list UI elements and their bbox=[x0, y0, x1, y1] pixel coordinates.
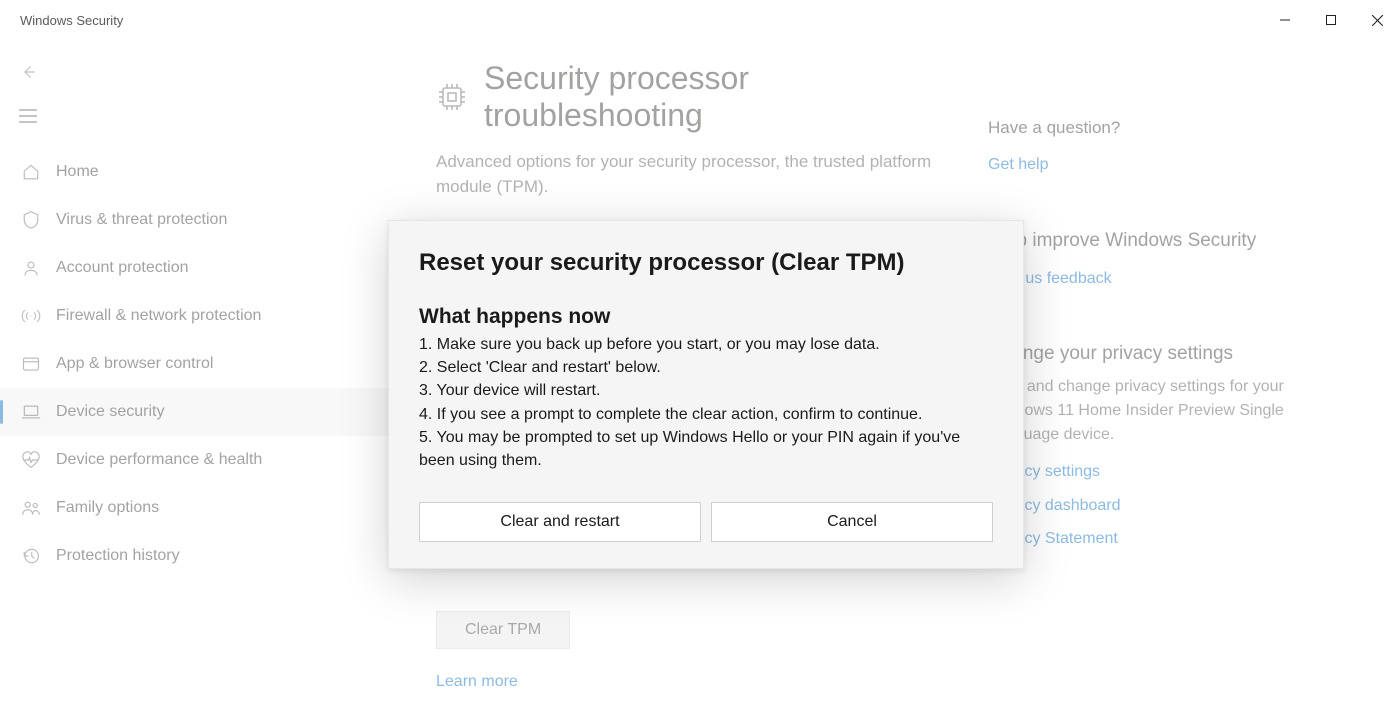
close-icon bbox=[1372, 15, 1383, 26]
cancel-button[interactable]: Cancel bbox=[711, 502, 993, 542]
window-controls bbox=[1262, 4, 1400, 36]
dialog-step: Select 'Clear and restart' below. bbox=[419, 356, 993, 379]
clear-and-restart-label: Clear and restart bbox=[500, 513, 619, 531]
dialog-step: You may be prompted to set up Windows He… bbox=[419, 426, 993, 472]
dialog-step: Your device will restart. bbox=[419, 379, 993, 402]
dialog-subtitle: What happens now bbox=[419, 305, 993, 329]
window-title: Windows Security bbox=[20, 13, 123, 28]
dialog-step: Make sure you back up before you start, … bbox=[419, 333, 993, 356]
dialog-step: If you see a prompt to complete the clea… bbox=[419, 403, 993, 426]
reset-tpm-dialog: Reset your security processor (Clear TPM… bbox=[388, 220, 1024, 569]
close-button[interactable] bbox=[1354, 4, 1400, 36]
clear-and-restart-button[interactable]: Clear and restart bbox=[419, 502, 701, 542]
minimize-icon bbox=[1280, 15, 1290, 25]
maximize-icon bbox=[1326, 15, 1336, 25]
dialog-title: Reset your security processor (Clear TPM… bbox=[419, 249, 993, 277]
titlebar: Windows Security bbox=[0, 0, 1400, 40]
maximize-button[interactable] bbox=[1308, 4, 1354, 36]
minimize-button[interactable] bbox=[1262, 4, 1308, 36]
cancel-label: Cancel bbox=[827, 513, 877, 531]
dialog-steps: Make sure you back up before you start, … bbox=[419, 333, 993, 472]
